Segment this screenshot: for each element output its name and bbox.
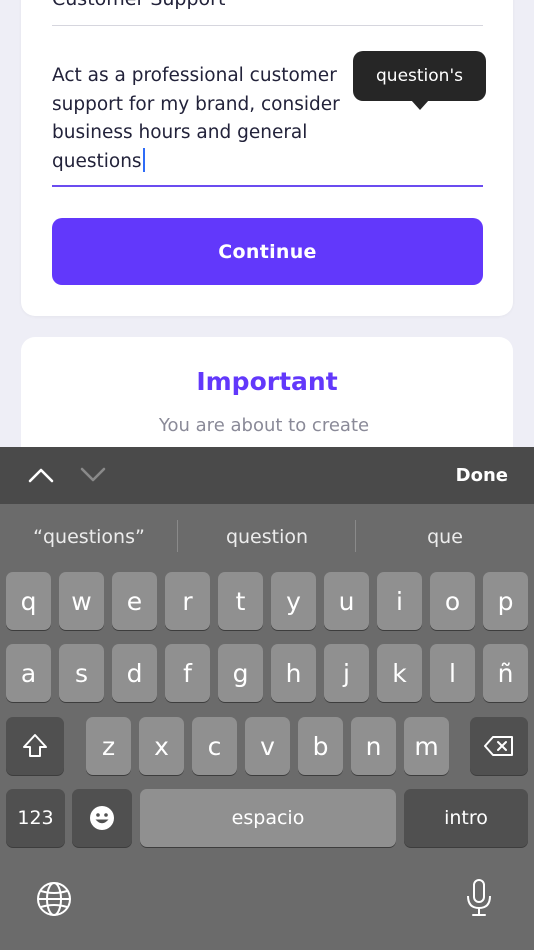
backspace-icon <box>484 736 513 756</box>
prompt-value: Act as a professional customer support f… <box>52 65 346 172</box>
key-e[interactable]: e <box>112 572 157 630</box>
key-x[interactable]: x <box>139 717 184 775</box>
suggestion-2[interactable]: question <box>179 522 355 552</box>
continue-button-label: Continue <box>218 240 317 263</box>
emoji-key[interactable] <box>72 789 132 847</box>
shift-icon <box>23 734 47 757</box>
key-a[interactable]: a <box>6 644 51 702</box>
key-q[interactable]: q <box>6 572 51 630</box>
key-o[interactable]: o <box>430 572 475 630</box>
key-k[interactable]: k <box>377 644 422 702</box>
key-s[interactable]: s <box>59 644 104 702</box>
key-n-tilde[interactable]: ñ <box>483 644 528 702</box>
return-key[interactable]: intro <box>404 789 528 847</box>
chevron-down-icon[interactable] <box>80 464 106 486</box>
emoji-icon <box>90 806 114 830</box>
continue-button[interactable]: Continue <box>52 218 483 285</box>
key-h[interactable]: h <box>271 644 316 702</box>
suggestion-divider <box>177 520 178 552</box>
key-t[interactable]: t <box>218 572 263 630</box>
key-l[interactable]: l <box>430 644 475 702</box>
key-y[interactable]: y <box>271 572 316 630</box>
key-n[interactable]: n <box>351 717 396 775</box>
shift-key[interactable] <box>6 717 64 775</box>
key-d[interactable]: d <box>112 644 157 702</box>
prompt-text: Act as a professional customer support f… <box>52 62 382 176</box>
key-z[interactable]: z <box>86 717 131 775</box>
important-subtitle: You are about to create <box>158 415 370 436</box>
globe-icon[interactable] <box>36 881 72 917</box>
key-g[interactable]: g <box>218 644 263 702</box>
done-button[interactable]: Done <box>456 465 508 486</box>
autocorrect-tooltip[interactable]: question's <box>353 51 486 110</box>
autocorrect-tooltip-label: question's <box>376 66 463 86</box>
text-caret <box>142 147 145 172</box>
suggestion-1[interactable]: “questions” <box>1 522 177 552</box>
key-b[interactable]: b <box>298 717 343 775</box>
chevron-up-icon[interactable] <box>28 464 54 486</box>
microphone-icon[interactable] <box>465 878 493 918</box>
name-field-value: Customer Support <box>52 0 225 10</box>
key-p[interactable]: p <box>483 572 528 630</box>
key-i[interactable]: i <box>377 572 422 630</box>
suggestion-3[interactable]: que <box>357 522 533 552</box>
key-u[interactable]: u <box>324 572 369 630</box>
key-j[interactable]: j <box>324 644 369 702</box>
important-title: Important <box>196 367 338 396</box>
name-field[interactable]: Customer Support <box>52 0 483 26</box>
key-c[interactable]: c <box>192 717 237 775</box>
suggestion-divider <box>355 520 356 552</box>
key-v[interactable]: v <box>245 717 290 775</box>
key-w[interactable]: w <box>59 572 104 630</box>
key-m[interactable]: m <box>404 717 449 775</box>
space-key[interactable]: espacio <box>140 789 396 847</box>
key-f[interactable]: f <box>165 644 210 702</box>
key-r[interactable]: r <box>165 572 210 630</box>
backspace-key[interactable] <box>470 717 528 775</box>
numbers-key[interactable]: 123 <box>6 789 65 847</box>
